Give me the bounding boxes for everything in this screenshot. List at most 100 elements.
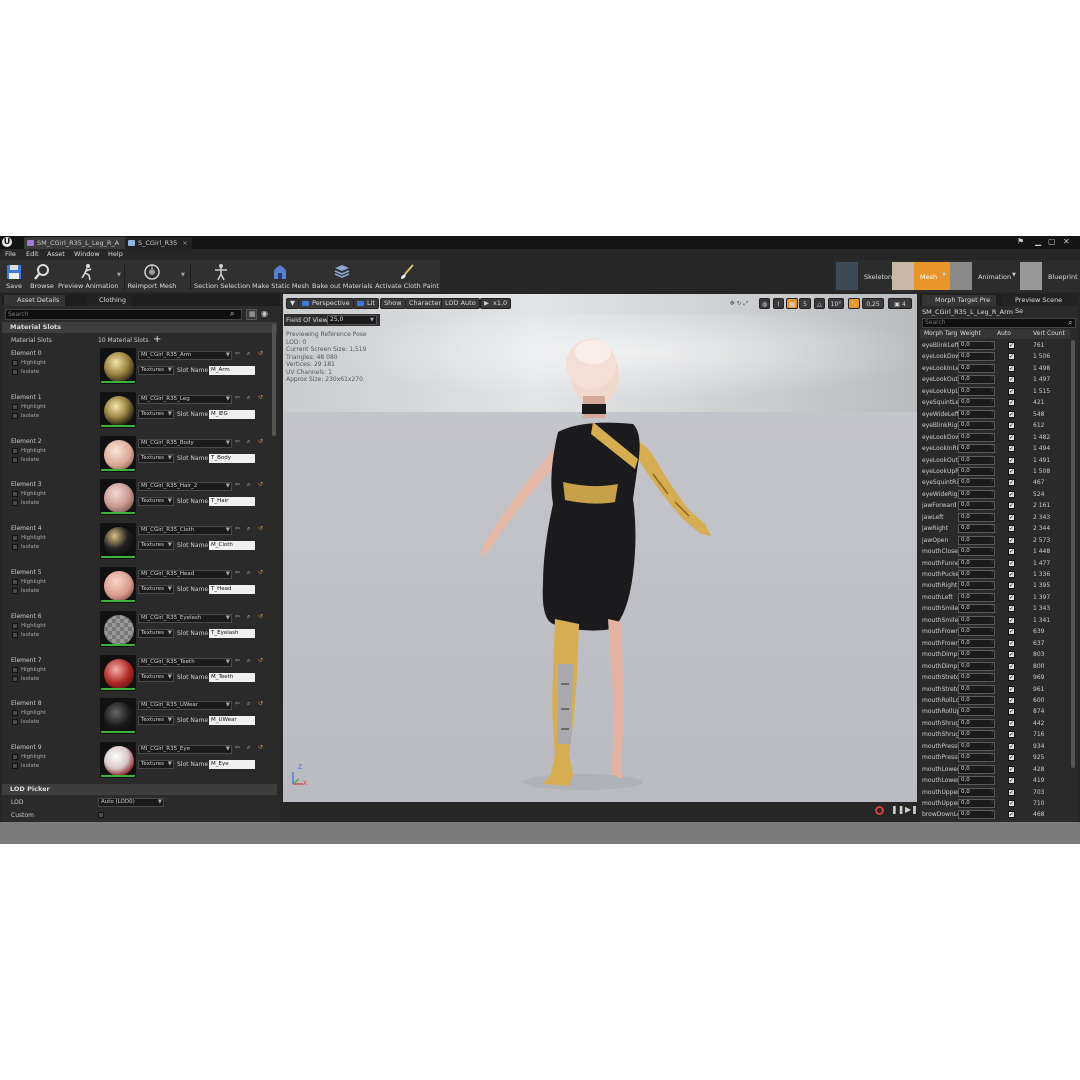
browse-asset-icon[interactable]: ⌕ (247, 613, 250, 621)
morph-weight-input[interactable]: 0,0 ⁝ (958, 673, 995, 683)
auto-checkbox[interactable]: ✓ (1008, 788, 1015, 796)
auto-checkbox[interactable]: ✓ (1008, 777, 1015, 785)
morph-weight-input[interactable]: 0,0 ⁝ (958, 604, 995, 614)
transform-tools[interactable]: ✥ ↻ ⤢ (720, 298, 758, 309)
use-selected-asset-icon[interactable]: ⇦ (235, 394, 240, 401)
surface-snapping-toggle[interactable]: ⌇ (773, 298, 784, 309)
morph-weight-input[interactable]: 0,0 ⁝ (958, 810, 995, 820)
maximize-icon[interactable]: ▢ (1048, 236, 1056, 248)
morph-weight-input[interactable]: 0,0 ⁝ (958, 363, 995, 373)
textures-dropdown[interactable]: Textures ▼ (138, 760, 174, 770)
slot-name-input[interactable]: T_Head (209, 585, 255, 594)
user-icon[interactable]: ⚑ (1017, 236, 1024, 248)
textures-dropdown[interactable]: Textures ▼ (138, 409, 174, 419)
highlight-checkbox[interactable] (12, 710, 18, 717)
auto-checkbox[interactable]: ✓ (1008, 399, 1015, 407)
step-forward-icon[interactable]: ▶❚ (905, 805, 918, 814)
textures-dropdown[interactable]: Textures ▼ (138, 628, 174, 638)
auto-checkbox[interactable]: ✓ (1008, 685, 1015, 693)
slot-name-input[interactable]: M_lEG (209, 409, 255, 419)
browse-asset-icon[interactable]: ⌕ (247, 350, 250, 358)
browse-asset-icon[interactable]: ⌕ (247, 525, 250, 533)
textures-dropdown[interactable]: Textures ▼ (138, 672, 174, 682)
morph-weight-input[interactable]: 0,0 ⁝ (958, 650, 995, 660)
menu-file[interactable]: File (5, 250, 16, 258)
morph-weight-input[interactable]: 0,0 ⁝ (958, 466, 995, 476)
browse-asset-icon[interactable]: ⌕ (247, 657, 250, 665)
material-select[interactable]: MI_CGirl_R35_UWear ▼ (138, 701, 232, 711)
auto-checkbox[interactable]: ✓ (1008, 342, 1015, 349)
browse-asset-icon[interactable]: ⌕ (247, 569, 250, 577)
material-slots-header[interactable]: Material Slots (2, 322, 277, 333)
auto-checkbox[interactable]: ✓ (1008, 708, 1015, 716)
show-button[interactable]: Show (380, 298, 406, 309)
auto-checkbox[interactable]: ✓ (1008, 696, 1015, 704)
auto-checkbox[interactable]: ✓ (1008, 502, 1015, 510)
morph-weight-input[interactable]: 0,0 ⁝ (958, 352, 995, 362)
record-icon[interactable] (875, 806, 884, 815)
morph-weight-input[interactable]: 0,0 ⁝ (958, 421, 995, 431)
preview-animation-dropdown-icon[interactable]: ▼ (117, 272, 121, 278)
use-selected-asset-icon[interactable]: ⇦ (235, 525, 240, 532)
morph-weight-input[interactable]: 0,0 ⁝ (958, 627, 995, 637)
reset-to-default-icon[interactable]: ↺ (258, 657, 263, 664)
slot-name-input[interactable]: T_Hair (209, 497, 255, 507)
isolate-checkbox[interactable] (12, 500, 18, 507)
morph-list-scrollbar[interactable] (1071, 340, 1075, 768)
material-thumbnail[interactable] (100, 435, 136, 472)
auto-checkbox[interactable]: ✓ (1008, 616, 1015, 624)
highlight-checkbox[interactable] (12, 579, 18, 585)
auto-checkbox[interactable]: ✓ (1008, 593, 1015, 601)
textures-dropdown[interactable]: Textures ▼ (138, 541, 174, 551)
minimize-icon[interactable]: ▁ (1035, 236, 1041, 248)
scale-snap-toggle[interactable]: ⤡ (848, 298, 860, 309)
highlight-checkbox[interactable] (12, 666, 18, 673)
camera-speed-button[interactable]: ▣ 4 (888, 298, 912, 309)
material-thumbnail[interactable] (100, 391, 136, 428)
auto-checkbox[interactable]: ✓ (1008, 513, 1015, 521)
morph-weight-input[interactable]: 0,0 ⁝ (958, 432, 995, 442)
morph-weight-input[interactable]: 0,0 ⁝ (958, 776, 995, 786)
slot-name-input[interactable]: M_Eye (209, 760, 255, 770)
column-morph-target[interactable]: Morph Targ (924, 329, 957, 339)
material-thumbnail[interactable] (100, 523, 136, 560)
auto-checkbox[interactable]: ✓ (1008, 490, 1015, 498)
auto-checkbox[interactable]: ✓ (1008, 559, 1015, 567)
reset-to-default-icon[interactable]: ↺ (258, 613, 263, 620)
browse-button[interactable]: Browse (28, 260, 56, 292)
slot-name-input[interactable]: M_Cloth (209, 541, 255, 551)
material-thumbnail[interactable] (100, 348, 136, 384)
morph-weight-input[interactable]: 0,0 ⁝ (958, 341, 995, 350)
material-select[interactable]: MI_CGirl_R35_Eyelash ▼ (138, 613, 232, 623)
auto-checkbox[interactable]: ✓ (1008, 571, 1015, 578)
morph-weight-input[interactable]: 0,0 ⁝ (958, 764, 995, 774)
lod-picker-header[interactable]: LOD Picker (2, 784, 277, 795)
isolate-checkbox[interactable] (12, 719, 18, 726)
slot-name-input[interactable]: M_UWear (209, 716, 255, 726)
pause-icon[interactable]: ❚❚ (891, 805, 904, 814)
morph-weight-input[interactable]: 0,0 ⁝ (958, 558, 995, 568)
auto-checkbox[interactable]: ✓ (1008, 456, 1015, 464)
rotation-snap-value[interactable]: 10° (828, 298, 844, 309)
tab-morph-target-preview[interactable]: Morph Target Pre (922, 295, 997, 306)
auto-checkbox[interactable]: ✓ (1008, 376, 1015, 384)
morph-weight-input[interactable]: 0,0 ⁝ (958, 547, 995, 557)
textures-dropdown[interactable]: Textures ▼ (138, 716, 174, 726)
material-select[interactable]: MI_CGirl_R35_Hair_2 ▼ (138, 482, 232, 492)
morph-weight-input[interactable]: 0,0 ⁝ (958, 386, 995, 396)
isolate-checkbox[interactable] (12, 588, 18, 594)
morph-weight-input[interactable]: 0,0 ⁝ (958, 695, 995, 705)
slot-name-input[interactable]: M_Arm (209, 366, 255, 375)
mode-blueprint[interactable]: Blueprint (1020, 262, 1080, 290)
save-button[interactable]: Save (2, 260, 26, 292)
morph-weight-input[interactable]: 0,0 ⁝ (958, 581, 995, 591)
use-selected-asset-icon[interactable]: ⇦ (235, 350, 240, 357)
document-tab-mesh[interactable]: SM_CGirl_R35_L_Leg_R_A× (24, 237, 134, 249)
auto-checkbox[interactable]: ✓ (1008, 811, 1015, 819)
morph-weight-input[interactable]: 0,0 ⁝ (958, 501, 995, 511)
menu-asset[interactable]: Asset (47, 250, 65, 258)
auto-checkbox[interactable]: ✓ (1008, 410, 1015, 418)
add-material-slot-icon[interactable]: + (153, 334, 161, 345)
textures-dropdown[interactable]: Textures ▼ (138, 453, 174, 463)
morph-weight-input[interactable]: 0,0 ⁝ (958, 375, 995, 385)
